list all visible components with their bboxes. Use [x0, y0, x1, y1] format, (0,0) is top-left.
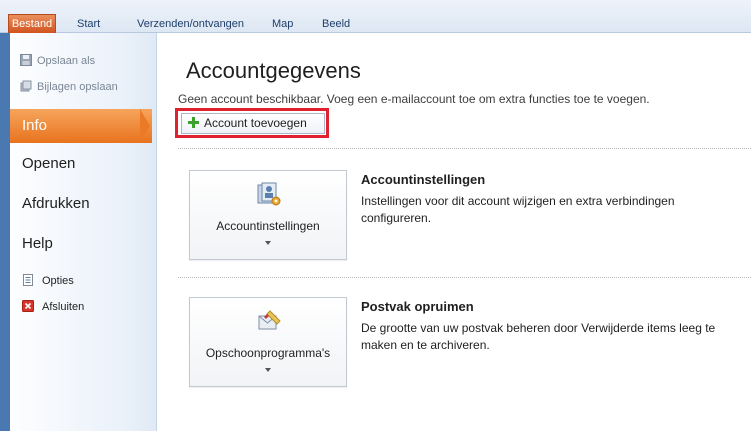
- account-settings-button-label: Accountinstellingen: [216, 219, 320, 233]
- nav-options-label: Opties: [42, 275, 74, 287]
- tab-file[interactable]: Bestand: [8, 14, 56, 33]
- page-title: Accountgegevens: [186, 58, 361, 83]
- account-settings-button[interactable]: Accountinstellingen: [189, 170, 347, 260]
- exit-icon: [22, 300, 34, 312]
- nav-info[interactable]: Info: [10, 109, 152, 143]
- nav-save-as[interactable]: Opslaan als: [20, 52, 95, 70]
- section-title-account-settings: Accountinstellingen: [361, 172, 486, 187]
- account-settings-icon: [256, 181, 282, 207]
- plus-icon: [188, 117, 199, 128]
- tab-view[interactable]: Beeld: [322, 16, 350, 32]
- nav-save-attachments[interactable]: Bijlagen opslaan: [20, 78, 118, 96]
- nav-options[interactable]: Opties: [22, 273, 74, 289]
- options-icon: [22, 274, 34, 286]
- tab-send-receive[interactable]: Verzenden/ontvangen: [137, 16, 244, 32]
- attachments-icon: [20, 80, 32, 92]
- left-accent-bar: [0, 33, 10, 431]
- nav-print[interactable]: Afdrukken: [22, 192, 90, 216]
- page-subtitle: Geen account beschikbaar. Voeg een e-mai…: [178, 92, 650, 106]
- section-desc-account-settings: Instellingen voor dit account wijzigen e…: [361, 194, 675, 225]
- divider: [178, 277, 751, 278]
- add-account-label: Account toevoegen: [204, 116, 307, 130]
- nav-exit-label: Afsluiten: [42, 301, 85, 313]
- nav-save-attachments-label: Bijlagen opslaan: [37, 81, 118, 93]
- nav-info-pointer: [140, 109, 150, 143]
- tab-start[interactable]: Start: [77, 16, 100, 32]
- chevron-down-icon: [265, 368, 271, 372]
- cleanup-tools-button[interactable]: Opschoonprogramma's: [189, 297, 347, 387]
- chevron-down-icon: [265, 241, 271, 245]
- cleanup-tools-button-label: Opschoonprogramma's: [205, 346, 331, 360]
- section-desc-cleanup: De grootte van uw postvak beheren door V…: [361, 321, 716, 352]
- nav-exit[interactable]: Afsluiten: [22, 299, 84, 315]
- nav-save-as-label: Opslaan als: [37, 55, 96, 67]
- section-title-cleanup: Postvak opruimen: [361, 299, 474, 314]
- cleanup-icon: [256, 308, 282, 334]
- divider: [178, 148, 751, 149]
- nav-open[interactable]: Openen: [22, 152, 75, 176]
- nav-help[interactable]: Help: [22, 232, 53, 256]
- tab-folder[interactable]: Map: [272, 16, 293, 32]
- save-as-icon: [20, 54, 32, 66]
- add-account-button[interactable]: Account toevoegen: [181, 113, 325, 134]
- ribbon-tab-bar: Bestand Start Verzenden/ontvangen Map Be…: [0, 0, 751, 33]
